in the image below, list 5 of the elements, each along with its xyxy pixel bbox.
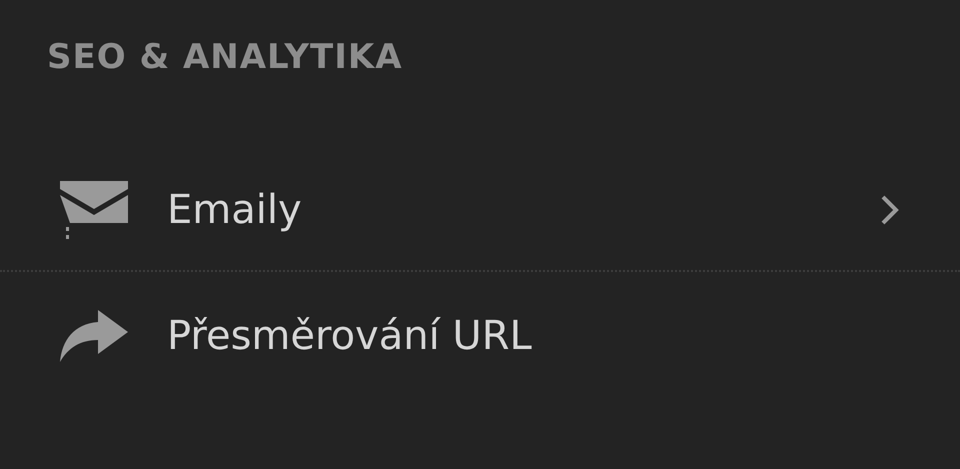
sidebar-item[interactable]: Přesměrování URL [0,270,960,420]
envelope-icon [58,179,130,241]
sidebar-item[interactable]: Emaily [0,150,960,270]
share-arrow-icon [58,308,130,364]
section-title: SEO & ANALYTIKA [47,36,403,79]
